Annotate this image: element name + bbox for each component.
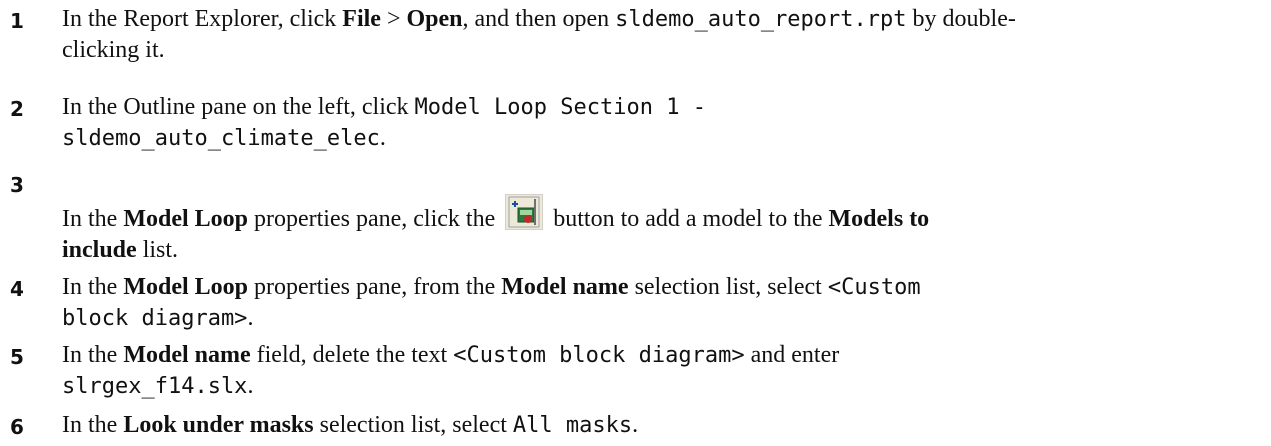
outline-item-code: Model Loop Section 1 - (414, 95, 706, 120)
step-number: 5 (10, 345, 24, 369)
model-name-code: sldemo_auto_climate_elec (62, 126, 380, 151)
step-number: 1 (10, 9, 24, 33)
filename-code: sldemo_auto_report.rpt (615, 7, 907, 32)
menu-file: File (342, 6, 381, 32)
step-number: 3 (10, 173, 24, 197)
step-text: In the Outline pane on the left, click M… (62, 94, 706, 151)
step-text: In the Model Loop properties pane, click… (62, 194, 1257, 266)
step-text: In the Report Explorer, click File > Ope… (62, 6, 1016, 63)
step-number: 2 (10, 97, 24, 121)
step-text: In the Model Loop properties pane, from … (62, 274, 921, 331)
add-model-icon (505, 194, 544, 230)
step-text: In the Look under masks selection list, … (62, 412, 639, 438)
step-text: In the Model name field, delete the text… (62, 342, 840, 399)
menu-open: Open (406, 6, 463, 32)
step-number: 4 (10, 277, 24, 301)
step-number: 6 (10, 415, 24, 439)
